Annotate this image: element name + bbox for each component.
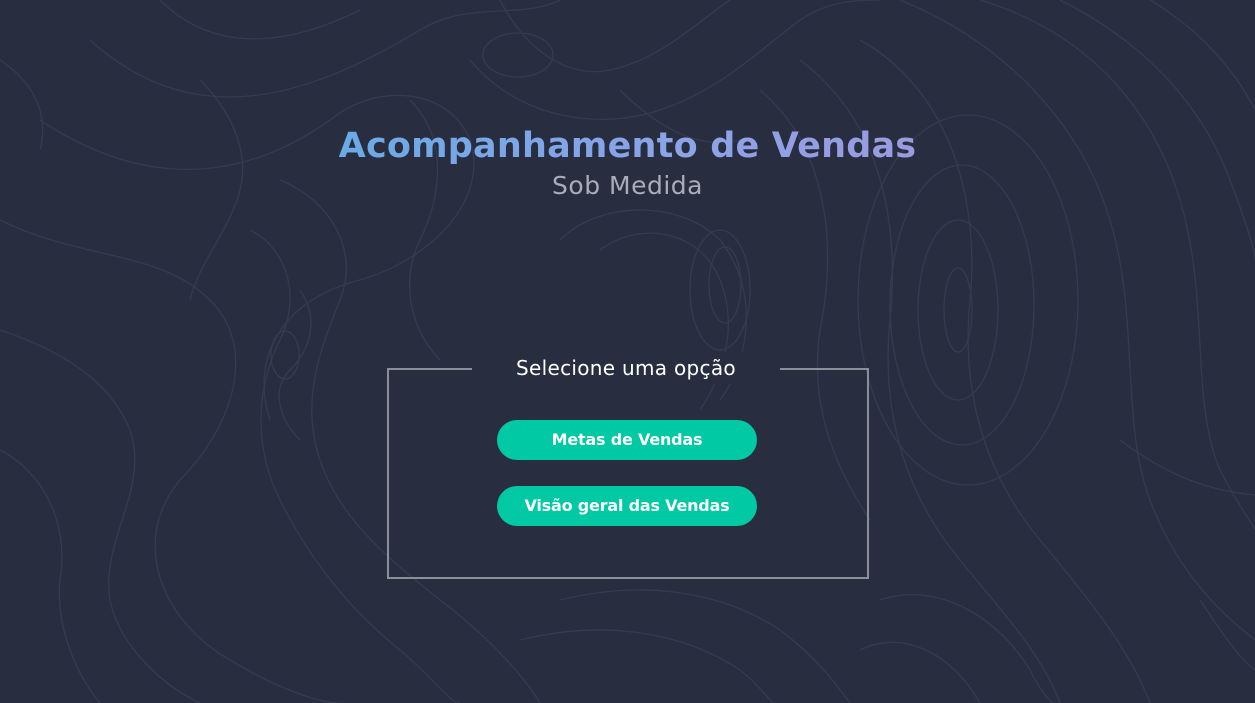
page-title-text: Acompanhamento de Vendas xyxy=(338,126,917,166)
page-subtitle: Sob Medida xyxy=(552,171,703,200)
visao-geral-das-vendas-button[interactable]: Visão geral das Vendas xyxy=(497,486,757,526)
page-title: Acompanhamento de Vendas xyxy=(0,124,1255,168)
metas-de-vendas-button[interactable]: Metas de Vendas xyxy=(497,420,757,460)
page: Acompanhamento de Vendas Sob Medida Sele… xyxy=(0,0,1255,703)
options-legend: Selecione uma opção xyxy=(472,352,780,384)
options-frame xyxy=(387,368,869,579)
